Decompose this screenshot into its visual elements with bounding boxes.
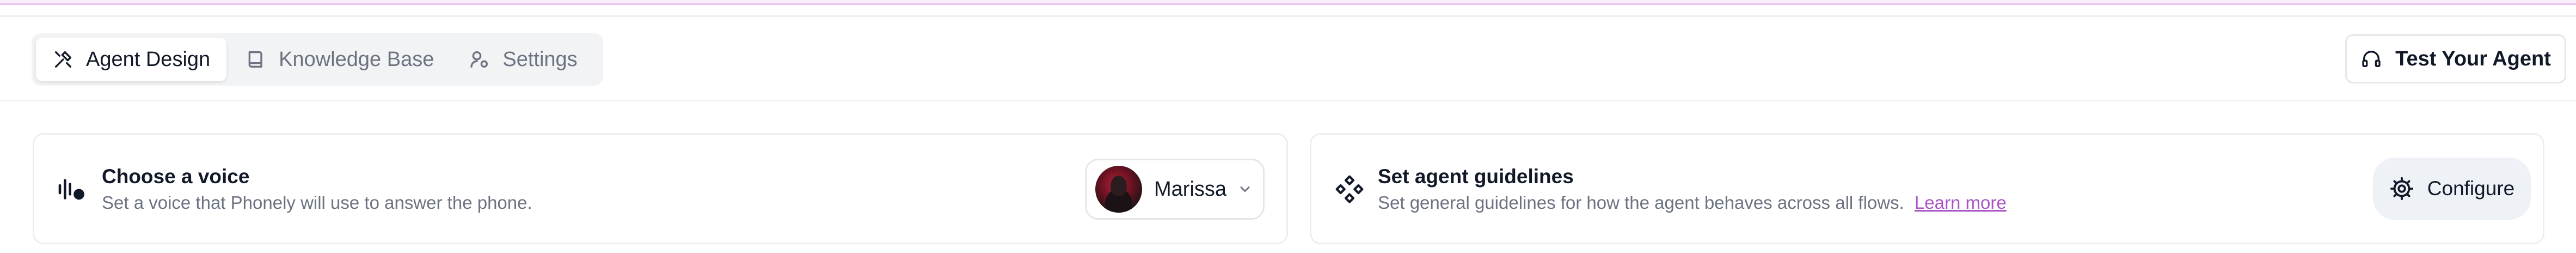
tab-label: Settings xyxy=(502,47,578,71)
tab-knowledge-base[interactable]: Knowledge Base xyxy=(229,38,450,81)
user-settings-icon xyxy=(469,49,490,70)
top-accent-bar xyxy=(0,0,2576,5)
diamond-cluster-icon xyxy=(1334,174,1365,204)
guidelines-card: Set agent guidelines Set general guideli… xyxy=(1310,133,2544,244)
learn-more-link[interactable]: Learn more xyxy=(1915,192,2007,213)
tab-label: Knowledge Base xyxy=(279,47,434,71)
selected-voice-name: Marissa xyxy=(1154,177,1227,201)
gear-icon xyxy=(2389,176,2414,201)
chevron-down-icon xyxy=(1237,182,1253,197)
voice-waveform-icon xyxy=(56,174,87,204)
guidelines-card-description: Set general guidelines for how the agent… xyxy=(1378,192,2007,213)
tab-settings[interactable]: Settings xyxy=(452,38,593,81)
voice-card: Choose a voice Set a voice that Phonely … xyxy=(33,133,1288,244)
guidelines-description-text: Set general guidelines for how the agent… xyxy=(1378,192,1904,213)
configure-button[interactable]: Configure xyxy=(2373,158,2531,220)
configure-button-label: Configure xyxy=(2427,177,2515,200)
test-your-agent-button[interactable]: Test Your Agent xyxy=(2345,34,2566,83)
tab-agent-design[interactable]: Agent Design xyxy=(36,38,227,81)
guidelines-card-title: Set agent guidelines xyxy=(1378,165,1574,188)
book-icon xyxy=(245,49,267,70)
headset-icon xyxy=(2360,48,2382,70)
tab-label: Agent Design xyxy=(86,47,211,71)
agent-design-icon xyxy=(52,49,74,70)
voice-avatar xyxy=(1095,166,1142,213)
voice-selector[interactable]: Marissa xyxy=(1085,159,1265,220)
voice-card-description: Set a voice that Phonely will use to ans… xyxy=(102,192,532,213)
top-header: Agent Design Knowledge Base Settings Tes… xyxy=(0,15,2576,101)
voice-card-title: Choose a voice xyxy=(102,165,250,188)
test-button-label: Test Your Agent xyxy=(2395,47,2551,70)
tab-bar: Agent Design Knowledge Base Settings xyxy=(32,33,603,86)
